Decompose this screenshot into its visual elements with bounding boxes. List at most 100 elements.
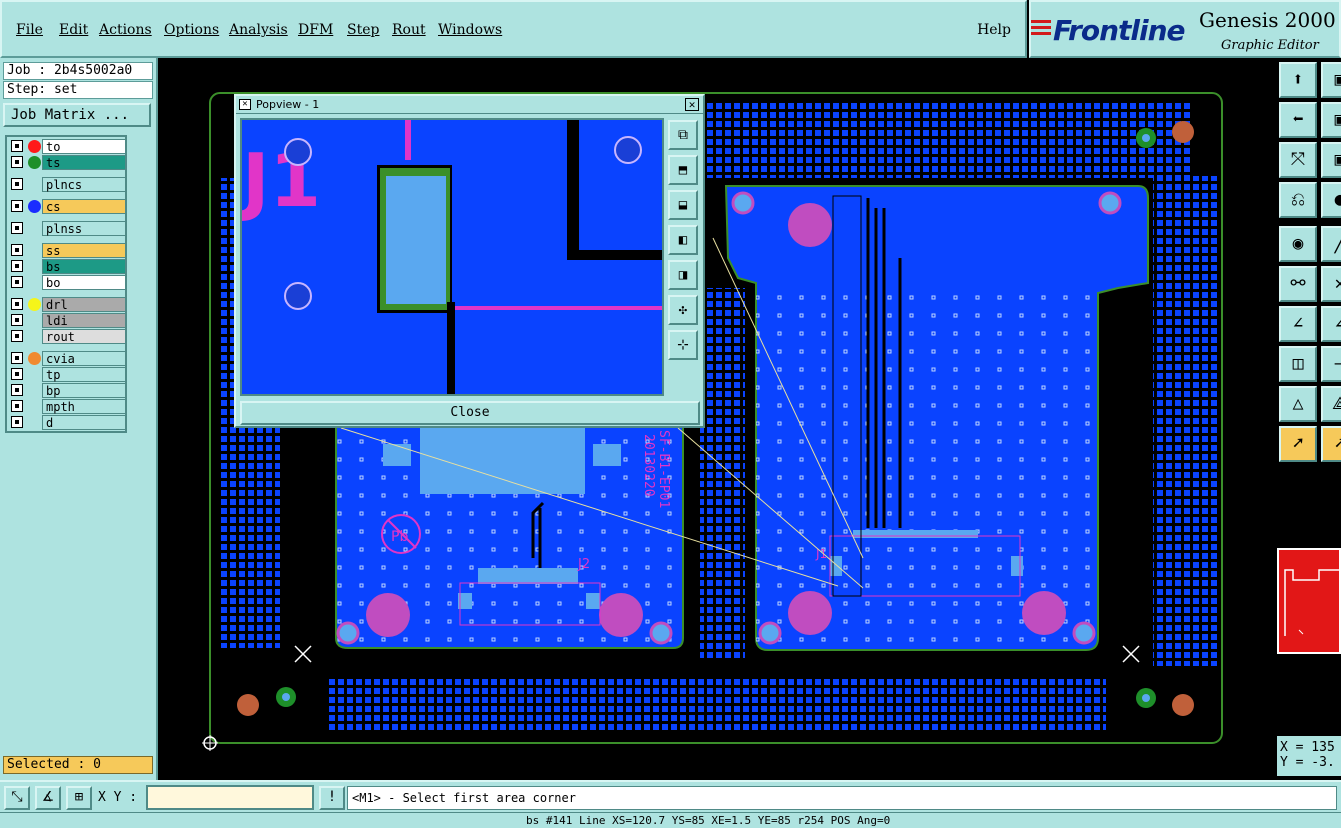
layer-name[interactable]: plnss (42, 221, 126, 236)
xy-input[interactable] (146, 785, 314, 810)
copy-up-icon[interactable]: ⬆ (1279, 62, 1317, 98)
layer-checkbox[interactable] (11, 298, 23, 310)
popview-viewport[interactable]: J1 (240, 118, 664, 396)
layer-name[interactable]: rout (42, 329, 126, 344)
layer-row-plncs[interactable]: plncs (9, 177, 127, 192)
layer-name[interactable]: d (42, 415, 126, 430)
pan-up-icon[interactable]: ⬒ (668, 155, 698, 185)
layer-name[interactable]: tp (42, 367, 126, 382)
move-left-icon[interactable]: ⬅ (1279, 102, 1317, 138)
layer-name[interactable]: to (42, 139, 126, 154)
zoom-home-icon[interactable]: ⊹ (668, 330, 698, 360)
add-line-icon[interactable]: ╱ (1321, 226, 1341, 262)
angle-line-2-icon[interactable]: ∠ (1321, 306, 1341, 342)
popview-close-button[interactable]: Close (240, 401, 700, 425)
layer-checkbox[interactable] (11, 314, 23, 326)
pan-left-icon[interactable]: ◧ (668, 225, 698, 255)
menu-rout[interactable]: Rout (392, 22, 426, 38)
layer-row-bp[interactable]: bp (9, 383, 127, 398)
layer-row-to[interactable]: to (9, 139, 127, 154)
tool-partial-2-icon[interactable]: ▣ (1321, 102, 1341, 138)
layer-name[interactable]: ldi (42, 313, 126, 328)
menu-analysis[interactable]: Analysis (229, 22, 288, 38)
polygon-icon[interactable]: ⟁ (1321, 386, 1341, 422)
layer-checkbox[interactable] (11, 222, 23, 234)
shapes-icon[interactable]: ◫ (1279, 346, 1317, 382)
board-minimap[interactable] (1277, 548, 1341, 654)
menu-options[interactable]: Options (164, 22, 219, 38)
menu-actions[interactable]: Actions (99, 22, 152, 38)
menu-dfm[interactable]: DFM (298, 22, 333, 38)
angle-line-icon[interactable]: ∠ (1279, 306, 1317, 342)
menu-windows[interactable]: Windows (438, 22, 502, 38)
pan-right-icon[interactable]: ◨ (668, 260, 698, 290)
layer-name[interactable]: ss (42, 243, 126, 258)
zoom-window-icon[interactable]: ⧉ (668, 120, 698, 150)
silk-code: SF-B1-EP01 (656, 430, 671, 508)
layer-row-drl[interactable]: drl (9, 297, 127, 312)
layer-checkbox[interactable] (11, 368, 23, 380)
connect-icon[interactable]: ⚯ (1279, 266, 1317, 302)
zoom-out-icon[interactable]: ✣ (668, 295, 698, 325)
layer-checkbox[interactable] (11, 400, 23, 412)
layer-name[interactable]: drl (42, 297, 126, 312)
layer-row-bs[interactable]: bs (9, 259, 127, 274)
close-icon[interactable]: ✕ (685, 98, 699, 111)
add-pad-icon[interactable]: ◉ (1279, 226, 1317, 262)
layer-row-tp[interactable]: tp (9, 367, 127, 382)
layer-row-ss[interactable]: ss (9, 243, 127, 258)
popview-toolbar: ⧉ ⬒ ⬓ ◧ ◨ ✣ ⊹ (668, 120, 701, 392)
menu-step[interactable]: Step (347, 22, 379, 38)
menu-help[interactable]: Help (977, 22, 1011, 38)
menu-file[interactable]: File (16, 22, 43, 38)
layer-checkbox[interactable] (11, 156, 23, 168)
layer-name[interactable]: mpth (42, 399, 126, 414)
dash-icon[interactable]: — (1321, 346, 1341, 382)
pad-icon[interactable]: ● (1321, 182, 1341, 218)
layer-checkbox[interactable] (11, 178, 23, 190)
layer-row-d[interactable]: d (9, 415, 127, 430)
layer-row-mpth[interactable]: mpth (9, 399, 127, 414)
pb-mark: Pb (391, 529, 408, 545)
job-matrix-button[interactable]: Job Matrix ... (3, 103, 151, 127)
layer-checkbox[interactable] (11, 140, 23, 152)
grid-snap-icon[interactable]: ⊞ (66, 786, 92, 810)
tool-partial-3-icon[interactable]: ▣ (1321, 142, 1341, 178)
layer-row-ts[interactable]: ts (9, 155, 127, 170)
layer-name[interactable]: ts (42, 155, 126, 170)
layer-checkbox[interactable] (11, 330, 23, 342)
cross-icon[interactable]: ✕ (1321, 266, 1341, 302)
resize-icon[interactable]: ⤧ (1279, 142, 1317, 178)
menu-edit[interactable]: Edit (59, 22, 88, 38)
layer-name[interactable]: bs (42, 259, 126, 274)
tool-partial-icon[interactable]: ▣ (1321, 62, 1341, 98)
select-arrow-2-icon[interactable]: ➚ (1321, 426, 1341, 462)
layer-row-bo[interactable]: bo (9, 275, 127, 290)
layer-checkbox[interactable] (11, 260, 23, 272)
pan-down-icon[interactable]: ⬓ (668, 190, 698, 220)
layer-name[interactable]: cvia (42, 351, 126, 366)
angle-measure-icon[interactable]: ∡ (35, 786, 61, 810)
layer-row-ldi[interactable]: ldi (9, 313, 127, 328)
triangle-icon[interactable]: △ (1279, 386, 1317, 422)
popview-zoom: J1 (242, 120, 662, 394)
layer-row-cs[interactable]: cs (9, 199, 127, 214)
select-arrow-icon[interactable]: ➚ (1279, 426, 1317, 462)
layer-row-plnss[interactable]: plnss (9, 221, 127, 236)
layer-row-rout[interactable]: rout (9, 329, 127, 344)
info-button[interactable]: ! (319, 786, 345, 810)
layer-name[interactable]: bp (42, 383, 126, 398)
layer-checkbox[interactable] (11, 416, 23, 428)
layer-name[interactable]: bo (42, 275, 126, 290)
layer-name[interactable]: plncs (42, 177, 126, 192)
layer-checkbox[interactable] (11, 244, 23, 256)
layer-checkbox[interactable] (11, 352, 23, 364)
transform-icon[interactable]: ⎌ (1279, 182, 1317, 218)
measure-icon[interactable]: ⤡ (4, 786, 30, 810)
window-menu-icon[interactable]: ✕ (239, 99, 251, 110)
layer-checkbox[interactable] (11, 200, 23, 212)
layer-checkbox[interactable] (11, 384, 23, 396)
layer-row-cvia[interactable]: cvia (9, 351, 127, 366)
layer-name[interactable]: cs (42, 199, 126, 214)
layer-checkbox[interactable] (11, 276, 23, 288)
